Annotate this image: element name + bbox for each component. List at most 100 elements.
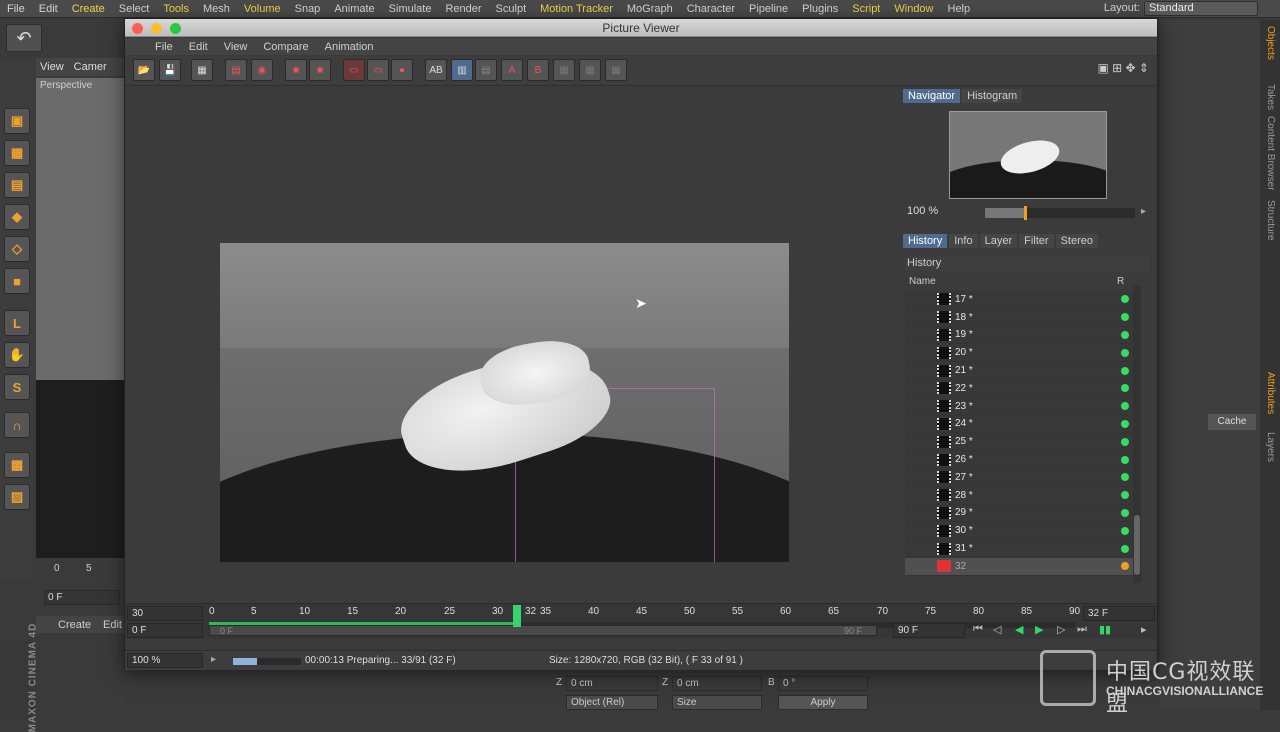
viewport-timeline[interactable]: 0 5	[36, 560, 124, 586]
flip-b-icon[interactable]: ▦	[579, 59, 601, 81]
history-row[interactable]: 31 *	[905, 540, 1137, 558]
history-scroll-thumb[interactable]	[1134, 515, 1140, 575]
menu-mograph[interactable]: MoGraph	[620, 3, 680, 15]
rotation-b-field[interactable]: 0 °	[778, 676, 868, 691]
pv-menu-animation[interactable]: Animation	[317, 41, 382, 53]
axis-tool-icon[interactable]: L	[4, 310, 30, 336]
layout-dropdown[interactable]: Standard	[1144, 1, 1258, 16]
menu-edit[interactable]: Edit	[32, 3, 65, 15]
navigator-zoom-slider[interactable]	[985, 206, 1135, 220]
polygon-mode-icon[interactable]: ■	[4, 268, 30, 294]
menu-render[interactable]: Render	[438, 3, 488, 15]
tab-layers[interactable]: Layers	[1265, 432, 1276, 462]
menu-simulate[interactable]: Simulate	[382, 3, 439, 15]
tab-info[interactable]: Info	[949, 234, 978, 248]
open-icon[interactable]: 📂	[133, 59, 155, 81]
viewport-frame-field[interactable]: 0 F	[44, 590, 120, 605]
menu-help[interactable]: Help	[941, 3, 978, 15]
save-icon[interactable]: 💾	[159, 59, 181, 81]
workplane-lock-icon[interactable]: ▩	[4, 452, 30, 478]
status-arrow-icon[interactable]: ▸	[211, 654, 216, 665]
pv-menu-view[interactable]: View	[216, 41, 256, 53]
tab-history[interactable]: History	[903, 234, 948, 248]
preview-start-field[interactable]: 30	[127, 606, 203, 621]
tab-takes[interactable]: Takes	[1265, 84, 1276, 110]
coord-mode-dropdown[interactable]: Object (Rel)	[566, 695, 658, 710]
flip-a-icon[interactable]: ▦	[553, 59, 575, 81]
history-scrollbar[interactable]	[1133, 285, 1141, 583]
history-row[interactable]: 29 *	[905, 504, 1137, 523]
undo-button[interactable]: ↶	[6, 24, 42, 52]
column-name[interactable]: Name	[909, 276, 936, 287]
goto-start-icon[interactable]: ⏮	[973, 623, 983, 636]
checker-tool-icon[interactable]: ▦	[4, 140, 30, 166]
zoom-slider-handle[interactable]	[1024, 206, 1027, 220]
grid-tool-icon[interactable]: ▤	[4, 172, 30, 198]
stop-render-icon[interactable]: ■	[285, 59, 307, 81]
render-animation-icon[interactable]: ▦	[191, 59, 213, 81]
window-layout-icons[interactable]: ▣ ⊞ ✥ ⇕	[1097, 61, 1149, 75]
snap-tool-icon[interactable]: S	[4, 374, 30, 400]
tab-stereo[interactable]: Stereo	[1055, 234, 1098, 248]
history-row[interactable]: 26 *	[905, 451, 1137, 469]
menu-animate[interactable]: Animate	[327, 3, 381, 15]
picture-viewer-titlebar[interactable]: Picture Viewer	[125, 19, 1157, 37]
pv-menu-file[interactable]: File	[147, 41, 181, 53]
history-row[interactable]: 22 *	[905, 380, 1137, 398]
menu-volume[interactable]: Volume	[237, 3, 288, 15]
history-row[interactable]: 28 *	[905, 486, 1137, 505]
pv-menu-edit[interactable]: Edit	[181, 41, 216, 53]
render-canvas[interactable]: ➤	[125, 87, 899, 601]
tweak-tool-icon[interactable]: ✋	[4, 342, 30, 368]
split-view-icon[interactable]: ▥	[451, 59, 473, 81]
tab-navigator[interactable]: Navigator	[903, 89, 961, 103]
timeline-options-icon[interactable]: ▸	[1141, 623, 1147, 636]
history-row[interactable]: 20 *	[905, 344, 1137, 363]
size-z-field[interactable]: 0 cm	[672, 676, 762, 691]
render-settings-icon[interactable]: ▤	[225, 59, 247, 81]
end-frame-field[interactable]: 90 F	[893, 623, 965, 638]
cache-button[interactable]: Cache	[1208, 414, 1256, 430]
history-row[interactable]: 32	[905, 558, 1137, 576]
menu-motion-tracker[interactable]: Motion Tracker	[533, 3, 620, 15]
current-frame-field[interactable]: 32 F	[1083, 606, 1155, 621]
cube-tool-icon[interactable]: ▣	[4, 108, 30, 134]
view-region-icon[interactable]: ▭	[343, 59, 365, 81]
next-key-icon[interactable]: ▷	[1057, 623, 1065, 636]
split-horizontal-icon[interactable]: ▤	[475, 59, 497, 81]
navigator-thumbnail[interactable]	[949, 111, 1107, 199]
viewport-menu-view[interactable]: View	[40, 61, 64, 73]
history-row[interactable]: 24 *	[905, 415, 1137, 434]
view-crop-icon[interactable]: ▭	[367, 59, 389, 81]
menu-window[interactable]: Window	[887, 3, 940, 15]
point-mode-icon[interactable]: ◆	[4, 204, 30, 230]
goto-end-icon[interactable]: ⏭	[1077, 623, 1087, 636]
menu-file[interactable]: File	[0, 3, 32, 15]
menu-create[interactable]: Create	[65, 3, 112, 15]
navigator-zoom-value[interactable]: 100 %	[907, 205, 938, 217]
tab-structure[interactable]: Structure	[1265, 200, 1276, 241]
menu-sculpt[interactable]: Sculpt	[489, 3, 534, 15]
tab-histogram[interactable]: Histogram	[962, 89, 1023, 103]
tab-content-browser[interactable]: Content Browser	[1265, 116, 1276, 190]
workplane-icon[interactable]: ▨	[4, 484, 30, 510]
timeline-playhead[interactable]	[513, 605, 521, 627]
history-row[interactable]: 17 *	[905, 291, 1137, 309]
status-zoom-field[interactable]: 100 %	[127, 653, 203, 668]
menu-mesh[interactable]: Mesh	[196, 3, 237, 15]
set-a-icon[interactable]: A	[501, 59, 523, 81]
ab-compare-icon[interactable]: AB	[425, 59, 447, 81]
viewport-3d[interactable]	[36, 78, 124, 558]
magnet-tool-icon[interactable]: ∩	[4, 412, 30, 438]
column-r[interactable]: R	[1117, 276, 1124, 287]
history-list[interactable]: 17 * 18 * 19 * 20 * 21 * 22 * 23 * 24 * 25 * 26 *…	[905, 291, 1137, 589]
viewport-menu-cameras[interactable]: Camer	[74, 61, 107, 73]
position-z-field[interactable]: 0 cm	[566, 676, 658, 691]
difference-icon[interactable]: ▦	[605, 59, 627, 81]
menu-select[interactable]: Select	[112, 3, 157, 15]
object-menu-create[interactable]: Create	[58, 619, 91, 631]
menu-script[interactable]: Script	[845, 3, 887, 15]
object-menu-edit[interactable]: Edit	[103, 619, 122, 631]
pv-menu-compare[interactable]: Compare	[255, 41, 316, 53]
menu-pipeline[interactable]: Pipeline	[742, 3, 795, 15]
